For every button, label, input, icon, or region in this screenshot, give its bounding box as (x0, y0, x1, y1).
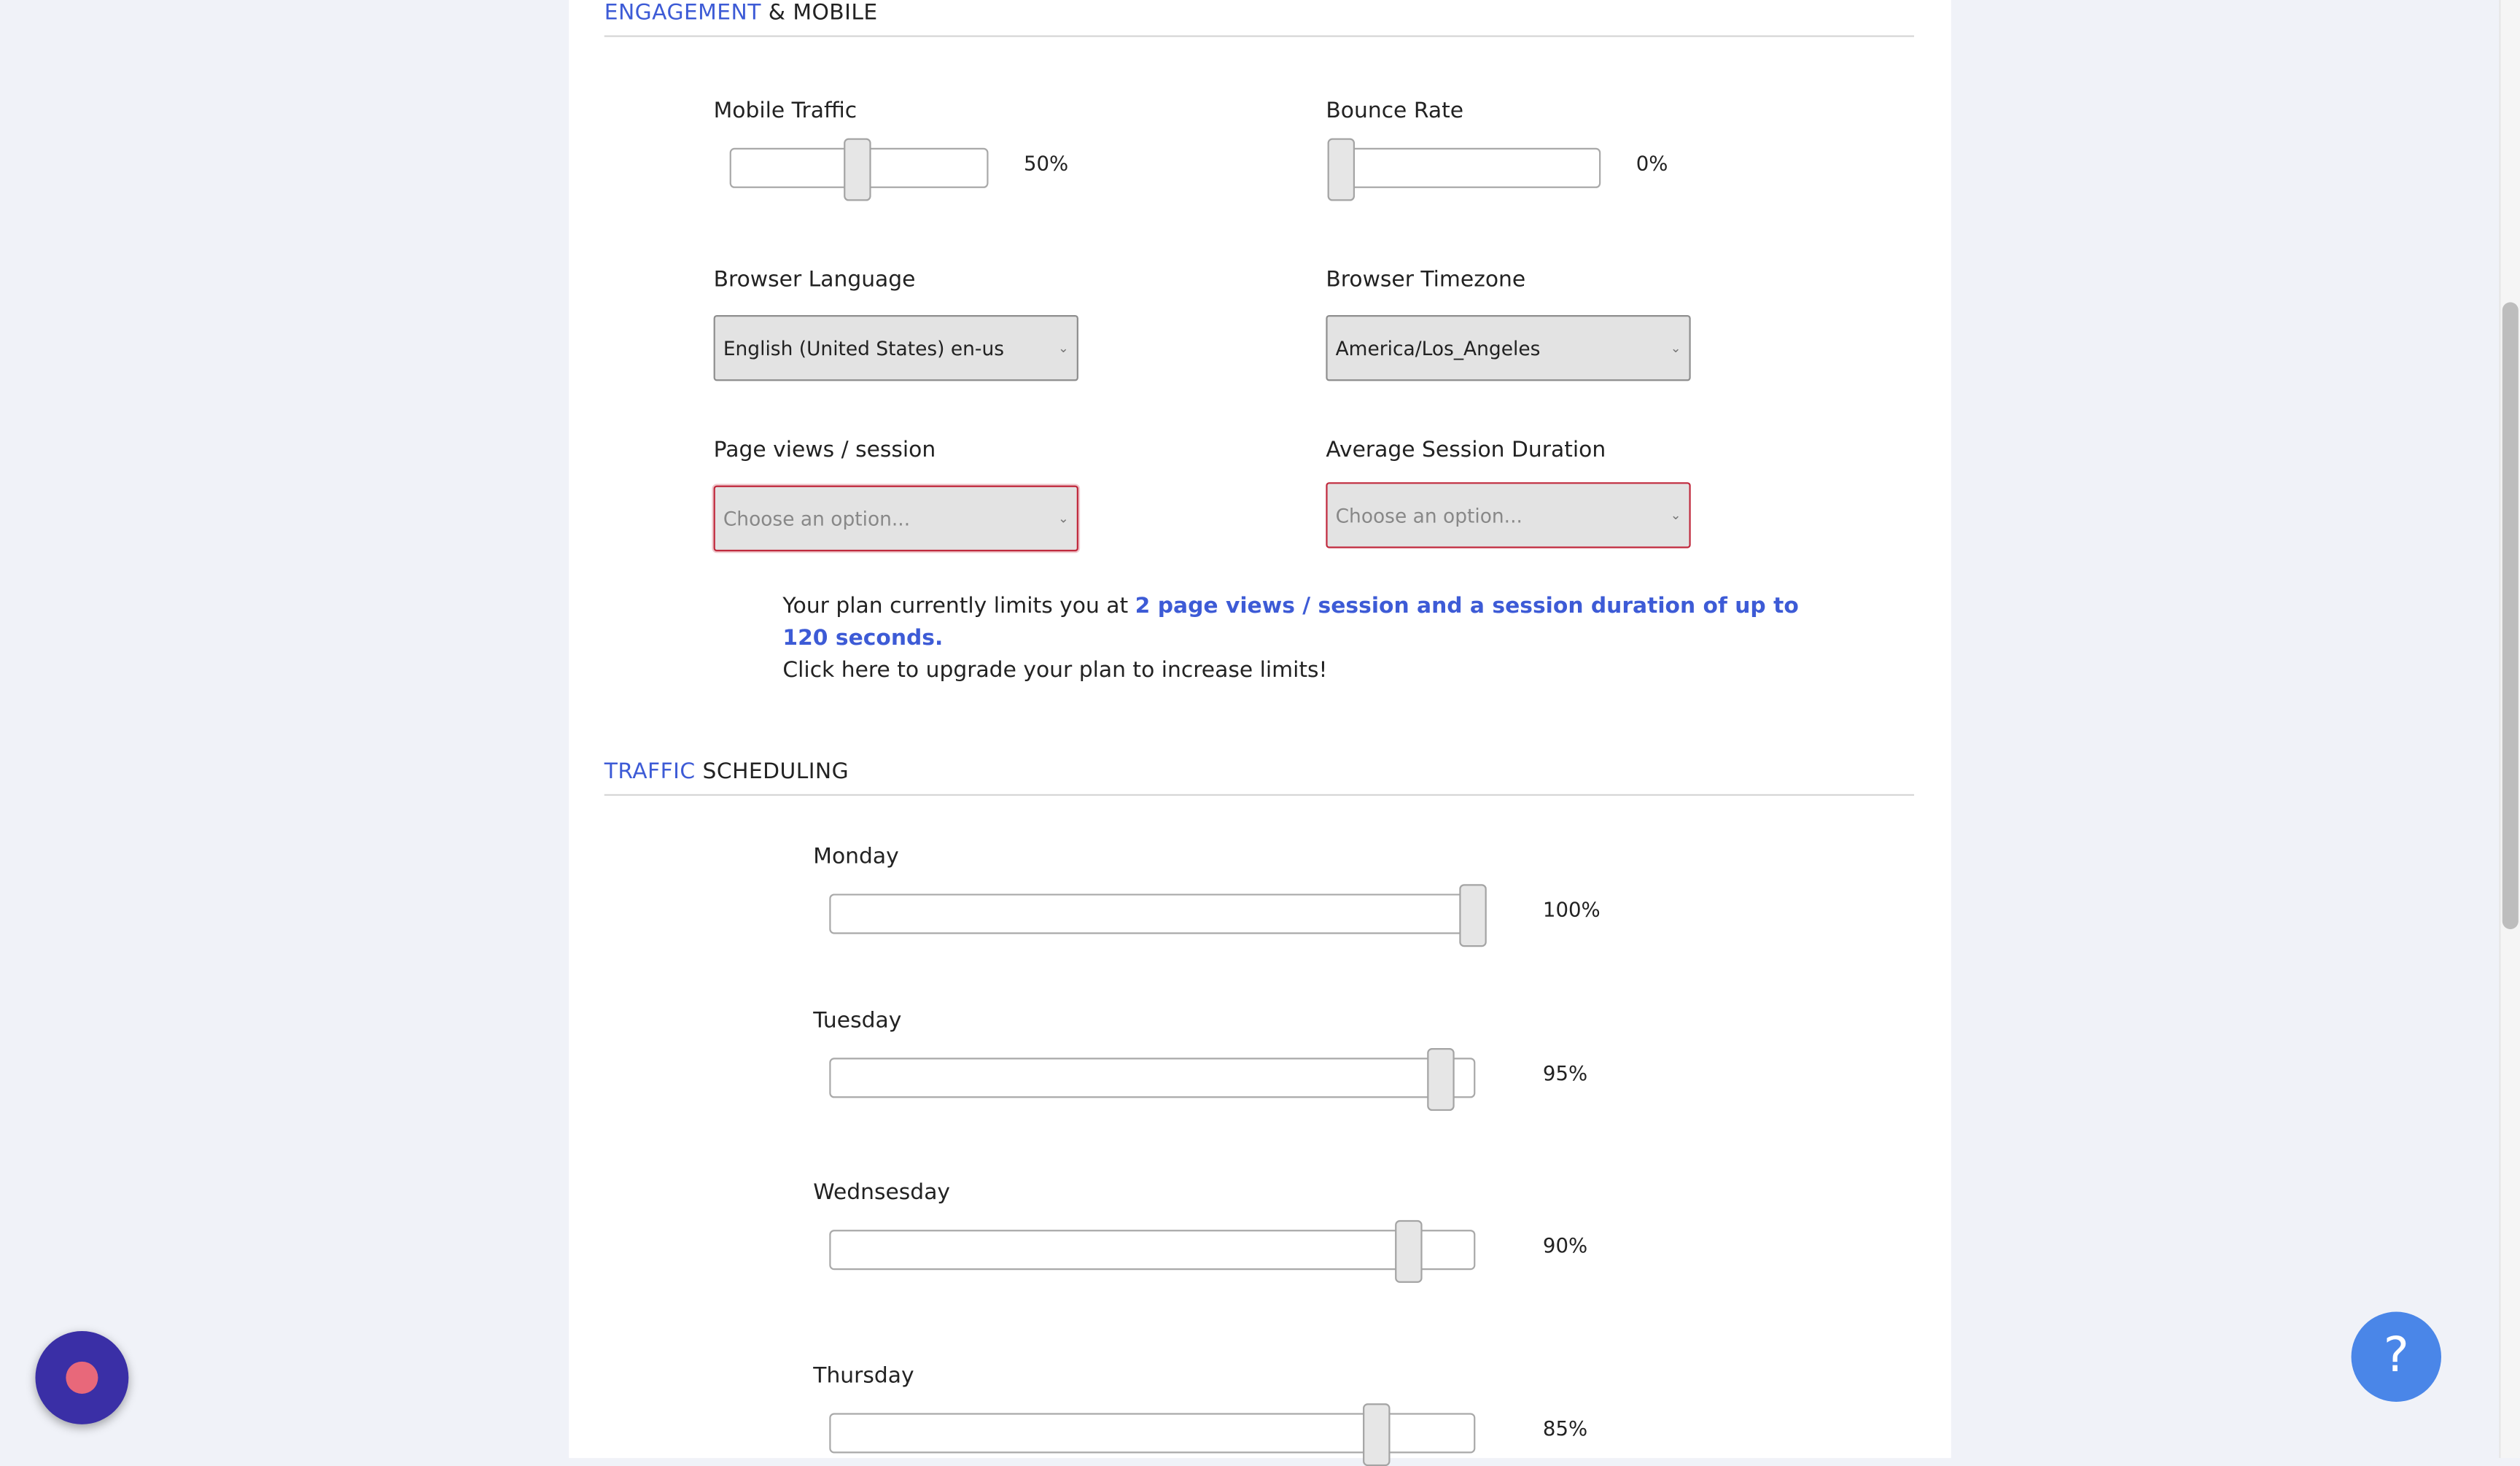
slider-handle-thursday[interactable] (1363, 1403, 1391, 1466)
day-label-thursday: Thursday (813, 1363, 914, 1389)
settings-card: ENGAGEMENT & MOBILE Mobile Traffic 50% B… (569, 0, 1951, 1466)
section-divider (604, 35, 1915, 37)
browser-timezone-value: America/Los_Angeles (1335, 336, 1541, 360)
question-mark-icon: ? (2383, 1327, 2409, 1384)
bounce-rate-slider[interactable] (1342, 147, 1601, 188)
page-views-label: Page views / session (713, 437, 936, 463)
bounce-rate-slider-handle[interactable] (1327, 138, 1356, 201)
record-icon (66, 1361, 98, 1394)
mobile-traffic-slider-handle[interactable] (844, 138, 871, 201)
plan-limit-text: Your plan currently limits you at (782, 593, 1135, 619)
browser-language-label: Browser Language (713, 266, 916, 293)
mobile-traffic-value: 50% (1023, 151, 1069, 176)
page-views-select[interactable]: Choose an option... ⌄ (713, 485, 1078, 551)
chevron-down-icon: ⌄ (1670, 340, 1681, 355)
browser-language-value: English (United States) en-us (723, 336, 1005, 360)
chevron-down-icon: ⌄ (1670, 507, 1681, 522)
section-divider (604, 794, 1915, 796)
day-value-wednesday: 90% (1542, 1233, 1588, 1257)
engagement-section-title: ENGAGEMENT & MOBILE (604, 0, 878, 26)
page-views-placeholder: Choose an option... (723, 507, 911, 530)
record-button[interactable] (35, 1330, 129, 1424)
slider-handle-tuesday[interactable] (1427, 1048, 1455, 1112)
slider-monday[interactable] (829, 893, 1476, 934)
browser-timezone-label: Browser Timezone (1326, 266, 1526, 293)
session-duration-label: Average Session Duration (1326, 437, 1606, 463)
day-label-monday: Monday (813, 844, 899, 870)
plan-limit-line: Your plan currently limits you at 2 page… (782, 590, 1811, 654)
slider-tuesday[interactable] (829, 1058, 1476, 1098)
mobile-traffic-label: Mobile Traffic (713, 98, 858, 124)
plan-limit-notice: Your plan currently limits you at 2 page… (782, 590, 1811, 686)
section-title-rest: & MOBILE (768, 0, 878, 26)
help-button[interactable]: ? (2351, 1311, 2441, 1402)
session-duration-placeholder: Choose an option... (1335, 503, 1522, 527)
browser-language-select[interactable]: English (United States) en-us ⌄ (713, 314, 1078, 381)
chevron-down-icon: ⌄ (1057, 340, 1069, 355)
page-scrollbar-thumb[interactable] (2502, 302, 2519, 929)
section-title-accent: TRAFFIC (604, 759, 696, 785)
section-title-accent: ENGAGEMENT (604, 0, 761, 26)
browser-timezone-select[interactable]: America/Los_Angeles ⌄ (1326, 314, 1691, 381)
day-label-tuesday: Tuesday (813, 1007, 902, 1034)
upgrade-plan-link[interactable]: Click here to upgrade your plan to incre… (782, 654, 1811, 686)
slider-handle-wednesday[interactable] (1395, 1219, 1423, 1283)
day-label-wednesday: Wednsesday (813, 1179, 951, 1206)
scheduling-section-title: TRAFFIC SCHEDULING (604, 759, 849, 784)
slider-handle-monday[interactable] (1459, 884, 1487, 947)
day-value-tuesday: 95% (1542, 1060, 1588, 1085)
bounce-rate-label: Bounce Rate (1326, 98, 1464, 124)
section-title-rest: SCHEDULING (702, 759, 849, 785)
session-duration-select[interactable]: Choose an option... ⌄ (1326, 482, 1691, 548)
day-value-thursday: 85% (1542, 1416, 1588, 1440)
chevron-down-icon: ⌄ (1057, 510, 1069, 525)
day-value-monday: 100% (1542, 896, 1601, 921)
bounce-rate-value: 0% (1636, 151, 1668, 176)
slider-wednesday[interactable] (829, 1230, 1476, 1271)
